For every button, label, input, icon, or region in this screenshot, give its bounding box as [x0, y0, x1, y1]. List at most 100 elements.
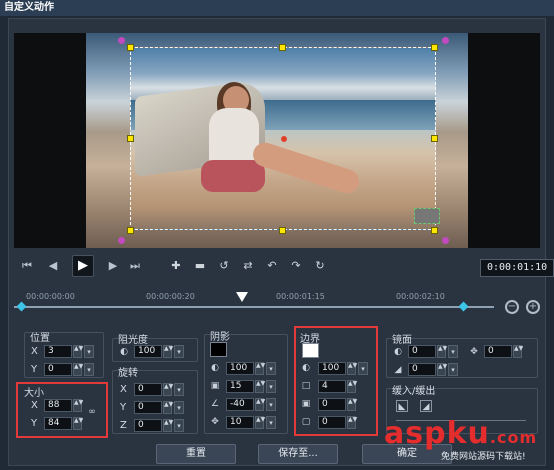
shadow-distance-menu[interactable]: ▾: [266, 416, 276, 429]
shadow-opacity-input[interactable]: 100: [226, 362, 254, 375]
keyframe-start[interactable]: [16, 301, 27, 312]
border-blur-icon: ▣: [301, 399, 311, 409]
resize-handle-bl[interactable]: [127, 227, 134, 234]
border-opacity-menu[interactable]: ▾: [358, 362, 368, 375]
position-y-stepper[interactable]: ▲▼: [73, 363, 83, 376]
position-y-input[interactable]: 0: [44, 363, 72, 376]
border-blur-stepper[interactable]: ▲▼: [347, 398, 357, 411]
position-x-input[interactable]: 3: [44, 345, 72, 358]
position-title: 位置: [30, 333, 50, 344]
resize-handle-r[interactable]: [431, 135, 438, 142]
border-color-swatch[interactable]: [302, 343, 319, 358]
anchor-point[interactable]: [281, 136, 287, 142]
resize-handle-tl[interactable]: [127, 44, 134, 51]
position-x-menu[interactable]: ▾: [84, 345, 94, 358]
rotation-y-label: Y: [120, 402, 127, 413]
resize-handle-tr[interactable]: [431, 44, 438, 51]
mirror-offset-stepper[interactable]: ▲▼: [513, 345, 523, 358]
border-width-stepper[interactable]: ▲▼: [347, 380, 357, 393]
rotation-y-input[interactable]: 0: [134, 401, 162, 414]
remove-keyframe-icon[interactable]: ▬: [190, 258, 210, 274]
shadow-distance-input[interactable]: 10: [226, 416, 254, 429]
add-keyframe-icon[interactable]: ✚: [166, 258, 186, 274]
fade-in-icon[interactable]: ◣: [396, 400, 408, 412]
opacity-menu[interactable]: ▾: [174, 345, 184, 358]
transport-bar: ⏮ ◀ ▶ ▶ ⏭ ✚ ▬ ↺ ⇄ ↶ ↷ ↻ 0:00:01:10: [14, 253, 554, 281]
opacity-stepper[interactable]: ▲▼: [163, 345, 173, 358]
rotation-x-input[interactable]: 0: [134, 383, 162, 396]
rotation-z-input[interactable]: 0: [134, 419, 162, 432]
play-button[interactable]: ▶: [72, 255, 94, 277]
timecode-field[interactable]: 0:00:01:10: [480, 259, 554, 277]
position-x-stepper[interactable]: ▲▼: [73, 345, 83, 358]
fade-out-icon[interactable]: ◢: [420, 400, 432, 412]
mirror-fade-stepper[interactable]: ▲▼: [437, 363, 447, 376]
shadow-opacity-stepper[interactable]: ▲▼: [255, 362, 265, 375]
corner-handle-tl[interactable]: [118, 37, 125, 44]
shadow-distance-stepper[interactable]: ▲▼: [255, 416, 265, 429]
resize-handle-br[interactable]: [431, 227, 438, 234]
link-ratio-icon[interactable]: ∞: [86, 406, 98, 418]
reset-button[interactable]: 重置: [156, 444, 236, 464]
shadow-angle-stepper[interactable]: ▲▼: [255, 398, 265, 411]
size-x-input[interactable]: 88: [44, 399, 72, 412]
mirror-offset-input[interactable]: 0: [484, 345, 512, 358]
mask-region[interactable]: [414, 208, 440, 224]
resize-handle-b[interactable]: [279, 227, 286, 234]
rotate-icon[interactable]: ↻: [310, 258, 330, 274]
size-y-input[interactable]: 84: [44, 417, 72, 430]
previous-frame-icon[interactable]: ◀: [46, 259, 60, 273]
mirror-fade-menu[interactable]: ▾: [448, 363, 458, 376]
rotation-z-stepper[interactable]: ▲▼: [163, 419, 173, 432]
border-opacity-input[interactable]: 100: [318, 362, 346, 375]
mirror-opacity-input[interactable]: 0: [408, 345, 436, 358]
reverse-keyframe-icon[interactable]: ↺: [214, 258, 234, 274]
mirror-opacity-stepper[interactable]: ▲▼: [437, 345, 447, 358]
shadow-angle-menu[interactable]: ▾: [266, 398, 276, 411]
corner-handle-tr[interactable]: [442, 37, 449, 44]
move-right-icon[interactable]: ↷: [286, 258, 306, 274]
rotation-z-menu[interactable]: ▾: [174, 419, 184, 432]
mirror-fade-input[interactable]: 0: [408, 363, 436, 376]
keyframe-end[interactable]: [458, 301, 469, 312]
watermark-suffix: .com: [489, 428, 538, 447]
position-y-menu[interactable]: ▾: [84, 363, 94, 376]
shadow-blur-menu[interactable]: ▾: [266, 380, 276, 393]
border-corner-icon: ▢: [301, 417, 311, 427]
border-corner-stepper[interactable]: ▲▼: [347, 416, 357, 429]
size-y-stepper[interactable]: ▲▼: [73, 417, 83, 430]
size-y-label: Y: [31, 418, 38, 429]
border-corner-input[interactable]: 0: [318, 416, 346, 429]
go-to-end-icon[interactable]: ⏭: [128, 259, 142, 273]
size-x-stepper[interactable]: ▲▼: [73, 399, 83, 412]
swap-keyframe-icon[interactable]: ⇄: [238, 258, 258, 274]
mirror-fade-icon: ◢: [394, 365, 402, 375]
resize-handle-t[interactable]: [279, 44, 286, 51]
rotation-y-stepper[interactable]: ▲▼: [163, 401, 173, 414]
rotation-x-menu[interactable]: ▾: [174, 383, 184, 396]
mirror-opacity-menu[interactable]: ▾: [448, 345, 458, 358]
corner-handle-bl[interactable]: [118, 237, 125, 244]
timeline-ruler[interactable]: 00:00:00:00 00:00:00:20 00:00:01:15 00:0…: [14, 288, 494, 320]
zoom-out-icon[interactable]: −: [505, 300, 519, 314]
next-frame-icon[interactable]: ▶: [106, 259, 120, 273]
move-left-icon[interactable]: ↶: [262, 258, 282, 274]
rotation-y-menu[interactable]: ▾: [174, 401, 184, 414]
border-blur-input[interactable]: 0: [318, 398, 346, 411]
border-width-input[interactable]: 4: [318, 380, 346, 393]
playhead[interactable]: [236, 292, 248, 302]
border-opacity-stepper[interactable]: ▲▼: [347, 362, 357, 375]
corner-handle-br[interactable]: [442, 237, 449, 244]
rotation-x-stepper[interactable]: ▲▼: [163, 383, 173, 396]
shadow-blur-stepper[interactable]: ▲▼: [255, 380, 265, 393]
resize-handle-l[interactable]: [127, 135, 134, 142]
opacity-input[interactable]: 100: [134, 345, 162, 358]
go-to-start-icon[interactable]: ⏮: [20, 259, 34, 273]
save-to-button[interactable]: 保存至...: [258, 444, 338, 464]
shadow-opacity-menu[interactable]: ▾: [266, 362, 276, 375]
zoom-in-icon[interactable]: +: [526, 300, 540, 314]
shadow-blur-input[interactable]: 15: [226, 380, 254, 393]
shadow-angle-input[interactable]: -40: [226, 398, 254, 411]
shadow-color-swatch[interactable]: [210, 342, 227, 357]
legs-image: [249, 139, 363, 197]
